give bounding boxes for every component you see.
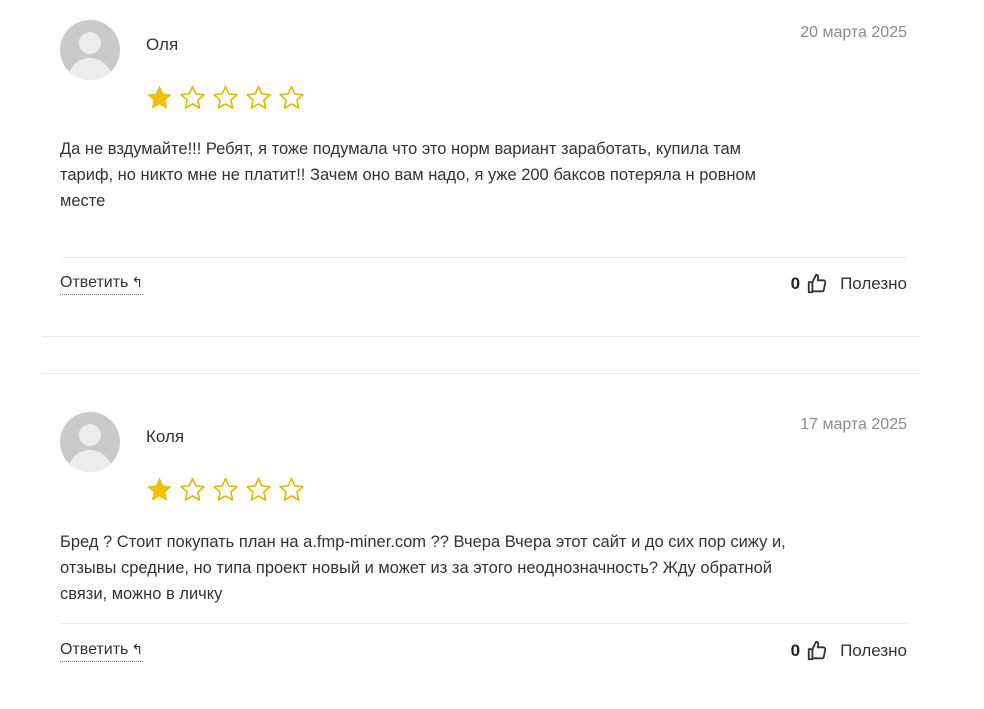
helpful-button[interactable]: Полезно [840,274,907,294]
star-icon [147,478,172,501]
helpful-button[interactable]: Полезно [840,641,907,661]
review-separator [42,336,920,337]
review-author: Оля [146,35,179,54]
reply-button[interactable]: Ответить ↰ [60,274,144,295]
star-icon [213,85,238,109]
star-icon [279,85,304,109]
reply-button[interactable]: Ответить ↰ [60,641,144,662]
divider [60,623,907,624]
star-icon [213,477,238,501]
helpful-votes: 0 Полезно [791,273,907,295]
thumbs-up-icon[interactable] [806,273,828,295]
review-text-line: отзывы средние, но типа проект новый и м… [60,559,773,577]
review-text-line: месте [60,192,106,210]
review-author: Коля [146,427,185,446]
helpful-count: 0 [790,641,801,660]
rating-stars [144,476,307,504]
review-text-line: тариф, но никто мне не платит!! Зачем он… [60,166,756,184]
review-date: 17 марта 2025 [800,416,907,433]
reply-label: Ответить [60,641,129,658]
review-separator [42,373,920,374]
reply-arrow-icon: ↰ [131,641,144,657]
user-avatar-icon [60,20,120,80]
reply-label: Ответить [60,274,129,291]
review-text-line: связи, можно в личку [60,585,223,603]
review-text: Бред ? Стоит покупать план на a.fmp-mine… [60,529,930,607]
user-avatar-icon [60,412,120,472]
divider [60,257,907,258]
helpful-votes: 0 Полезно [791,640,907,662]
star-icon [180,477,205,501]
review-text: Да не вздумайте!!! Ребят, я тоже подумал… [60,136,930,214]
star-icon [246,477,271,501]
star-icon [180,85,205,109]
star-icon [246,85,271,109]
review-text-line: Бред ? Стоит покупать план на a.fmp-mine… [60,533,786,551]
rating-stars [144,84,307,112]
star-icon [147,86,172,109]
reply-arrow-icon: ↰ [131,274,144,290]
thumbs-up-icon[interactable] [806,640,828,662]
review-text-line: Да не вздумайте!!! Ребят, я тоже подумал… [60,140,741,158]
review-date: 20 марта 2025 [800,24,907,41]
star-icon [279,477,304,501]
helpful-count: 0 [790,274,801,293]
